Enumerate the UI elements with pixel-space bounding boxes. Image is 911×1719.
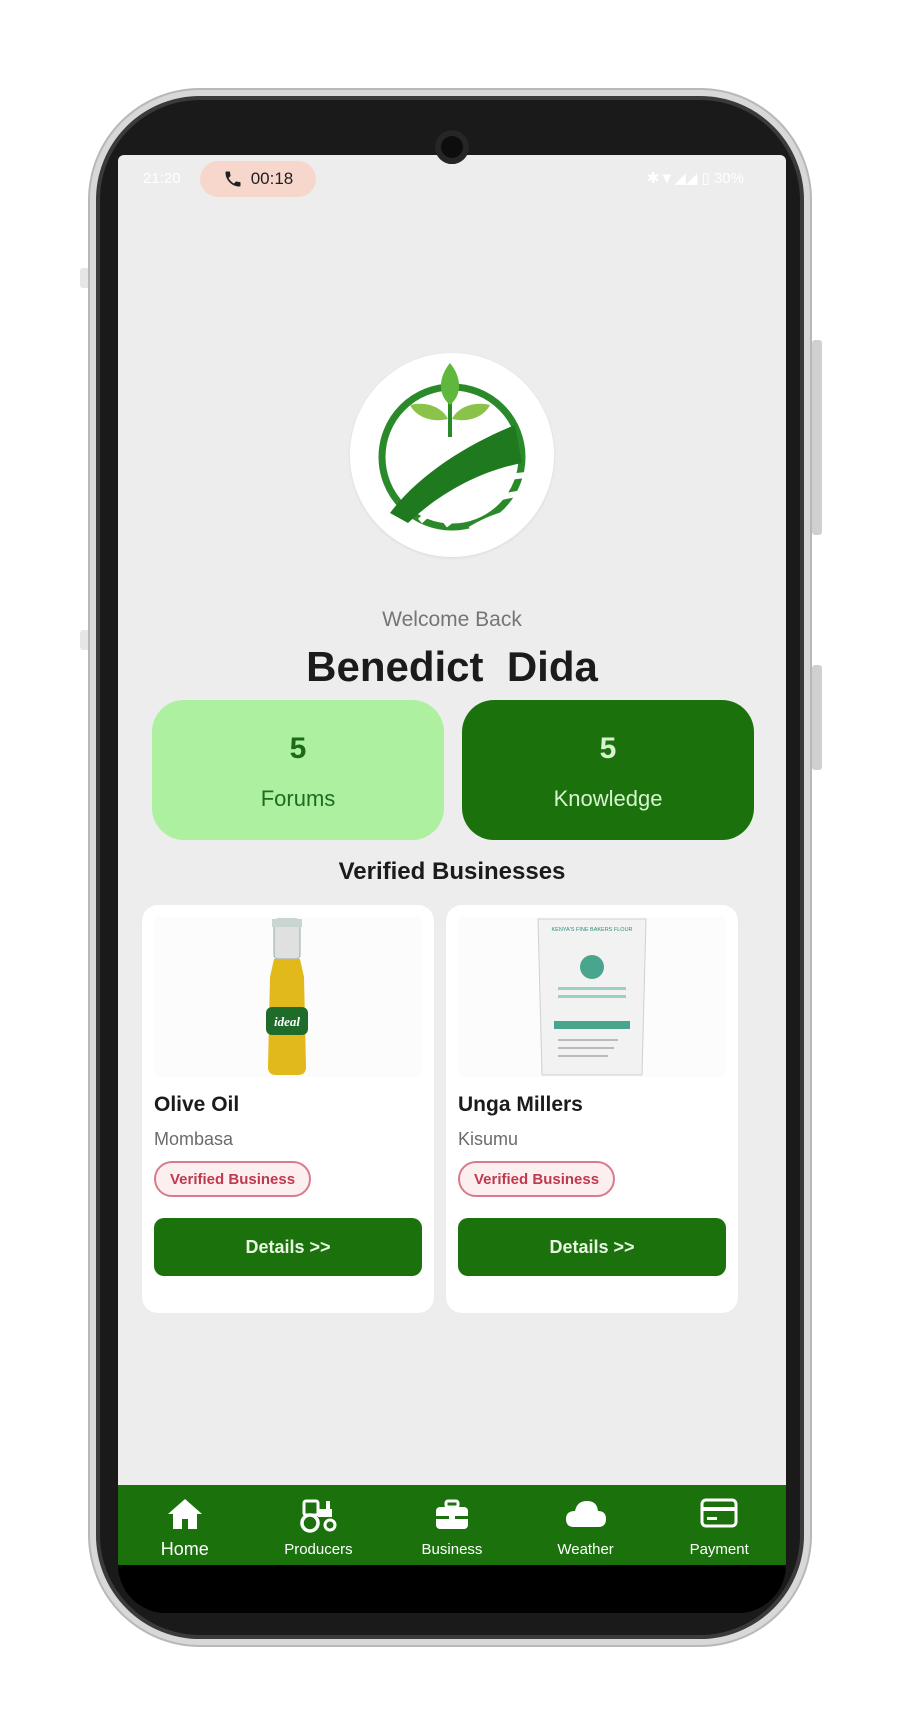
business-name: Olive Oil (154, 1093, 240, 1116)
signal-icon: ✱▼◢◢ ▯ (646, 170, 714, 187)
farm-leaf-logo-icon (378, 363, 527, 532)
call-timer: 00:18 (250, 169, 294, 188)
business-image: KENYA'S FINE BAKERS FLOUR (458, 917, 726, 1077)
knowledge-stat-card[interactable]: 5 Knowledge (462, 700, 754, 840)
bag-brand-text: KENYA'S FINE BAKERS FLOUR (551, 927, 632, 933)
phone-icon (225, 171, 241, 187)
briefcase-icon (435, 1499, 468, 1529)
business-image: ideal (154, 917, 422, 1077)
credit-card-icon (700, 1498, 738, 1528)
oil-bottle-icon: ideal (266, 918, 308, 1075)
status-time: 21:20 (143, 170, 181, 187)
nav-business[interactable]: Business (385, 1485, 519, 1565)
section-title: Verified Businesses (338, 858, 566, 885)
app-screen: 21:20 00:18 ✱▼◢◢ ▯ 30% Welcome Back Bene… (118, 155, 786, 1565)
nav-payment[interactable]: Payment (652, 1485, 786, 1565)
power-button (812, 340, 822, 535)
bottom-nav: Home Producers Business Weather Payment (118, 1485, 786, 1565)
nav-home[interactable]: Home (118, 1485, 252, 1565)
tractor-icon (300, 1499, 337, 1533)
battery-level: 30% (713, 170, 744, 187)
app-logo (350, 353, 554, 557)
cloud-icon (565, 1501, 606, 1527)
frame-accent (80, 268, 90, 288)
ongoing-call-pill[interactable]: 00:18 (200, 161, 316, 197)
business-name: Unga Millers (458, 1093, 583, 1116)
forums-count: 5 (289, 732, 307, 765)
details-button[interactable]: Details >> (154, 1218, 422, 1276)
bottle-label: ideal (274, 1014, 300, 1029)
forums-label: Forums (260, 786, 336, 811)
welcome-text: Welcome Back (382, 608, 522, 631)
flour-bag-icon: KENYA'S FINE BAKERS FLOUR (537, 918, 647, 1076)
front-camera (435, 130, 469, 164)
knowledge-count: 5 (599, 732, 617, 765)
nav-label: Business (421, 1541, 483, 1558)
home-icon (167, 1499, 202, 1529)
details-button[interactable]: Details >> (458, 1218, 726, 1276)
verified-badge: Verified Business (458, 1161, 616, 1197)
frame-accent (80, 630, 90, 650)
business-card[interactable]: ideal Olive Oil Mombasa Verified Busines… (142, 905, 434, 1313)
knowledge-label: Knowledge (553, 786, 663, 811)
nav-producers[interactable]: Producers (252, 1485, 386, 1565)
business-card[interactable]: KENYA'S FINE BAKERS FLOUR Unga Millers K… (446, 905, 738, 1313)
nav-label: Payment (689, 1541, 749, 1558)
status-icons: ✱▼◢◢ ▯ 30% (647, 169, 744, 187)
nav-label: Weather (557, 1541, 614, 1558)
user-name: Benedict Dida (306, 643, 598, 690)
volume-button (812, 665, 822, 770)
phone-chin (118, 1565, 786, 1613)
business-location: Mombasa (154, 1129, 234, 1149)
nav-label: Home (160, 1539, 209, 1559)
business-location: Kisumu (458, 1129, 519, 1149)
forums-stat-card[interactable]: 5 Forums (152, 700, 444, 840)
verified-badge: Verified Business (154, 1161, 312, 1197)
nav-label: Producers (284, 1541, 353, 1558)
nav-weather[interactable]: Weather (519, 1485, 653, 1565)
